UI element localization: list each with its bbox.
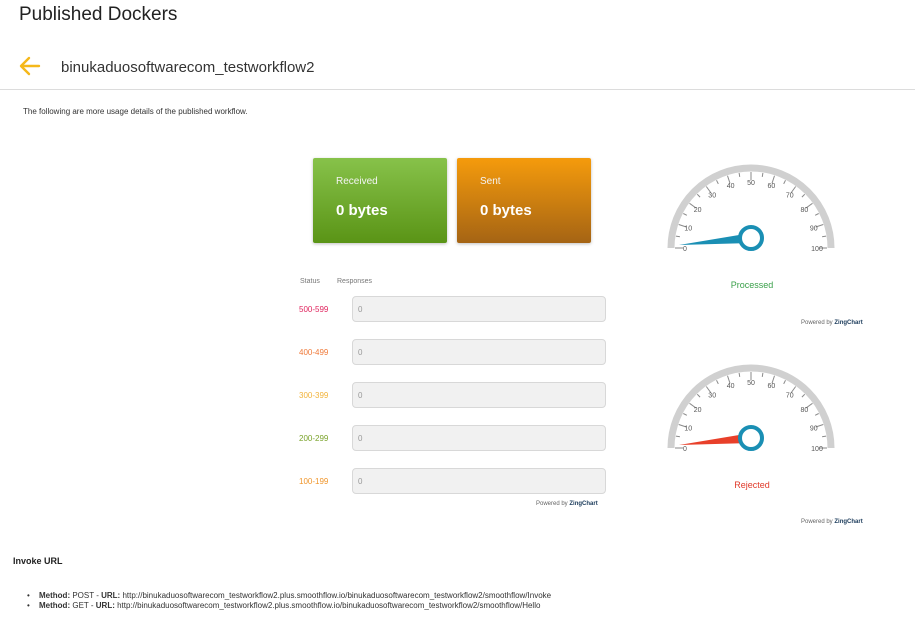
gauge-tick-label: 0	[683, 246, 687, 253]
gauge-hub	[738, 425, 764, 451]
response-field-300: 0	[352, 382, 606, 408]
workflow-name: binukaduosoftwarecom_testworkflow2	[61, 59, 315, 76]
gauge-tick	[683, 213, 688, 216]
method-value: GET	[72, 601, 89, 610]
gauge-tick	[716, 380, 719, 385]
gauge-tick	[727, 175, 731, 184]
gauge-tick-label: 100	[811, 446, 823, 453]
gauge-tick-label: 40	[727, 183, 735, 190]
back-arrow-icon[interactable]	[19, 56, 41, 76]
gauge-tick	[727, 375, 731, 384]
gauge-tick-label: 50	[747, 380, 755, 387]
gauge-tick-label: 0	[683, 446, 687, 453]
status-column-header: Status	[300, 278, 320, 285]
gauge-tick	[738, 372, 741, 377]
gauge-tick	[675, 235, 680, 238]
status-label-400: 400-499	[299, 348, 329, 357]
status-label-200: 200-299	[299, 434, 329, 443]
gauge-tick-label: 10	[684, 426, 692, 433]
invoke-url-get[interactable]: http://binukaduosoftwarecom_testworkflow…	[117, 601, 540, 610]
gauge-tick	[814, 213, 819, 216]
response-field-400: 0	[352, 339, 606, 365]
response-field-200: 0	[352, 425, 606, 451]
gauge-tick-label: 20	[694, 207, 702, 214]
powered-by-processed[interactable]: Powered by ZingChart	[801, 320, 863, 326]
gauge-tick	[771, 375, 775, 384]
gauge-hub	[738, 225, 764, 251]
method-value: POST	[72, 591, 94, 600]
gauge-tick-label: 70	[786, 393, 794, 400]
status-label-100: 100-199	[299, 477, 329, 486]
gauge-tick-label: 10	[684, 226, 692, 233]
url-label: URL:	[101, 591, 121, 600]
rejected-gauge-caption: Rejected	[734, 480, 770, 490]
gauge-tick	[675, 435, 680, 438]
gauge-tick	[771, 175, 775, 184]
gauge-tick	[761, 172, 764, 177]
sent-card: Sent 0 bytes	[457, 158, 591, 243]
invoke-url-post[interactable]: http://binukaduosoftwarecom_testworkflow…	[122, 591, 551, 600]
received-label: Received	[336, 176, 378, 187]
received-value: 0 bytes	[336, 202, 388, 219]
gauge-tick-label: 90	[810, 226, 818, 233]
usage-description: The following are more usage details of …	[23, 107, 248, 116]
gauge-tick-label: 90	[810, 426, 818, 433]
gauge-tick-label: 40	[727, 383, 735, 390]
powered-by-responses[interactable]: Powered by ZingChart	[536, 501, 598, 507]
gauge-tick	[683, 413, 688, 416]
status-label-300: 300-399	[299, 391, 329, 400]
powered-by-rejected[interactable]: Powered by ZingChart	[801, 519, 863, 525]
gauge-tick	[783, 380, 786, 385]
method-label: Method:	[39, 601, 71, 610]
gauge-tick	[814, 413, 819, 416]
processed-gauge: 0 10 20 30 40 50 60 70 80 90 100	[667, 164, 835, 253]
invoke-url-list: • Method: POST - URL: http://binukaduoso…	[27, 591, 551, 611]
page-title: Published Dockers	[19, 4, 178, 25]
gauge-tick	[783, 180, 786, 185]
url-label: URL:	[95, 601, 115, 610]
rejected-gauge: 0 10 20 30 40 50 60 70 80 90 100	[667, 364, 835, 453]
invoke-url-title: Invoke URL	[13, 556, 63, 566]
gauge-tick	[716, 180, 719, 185]
gauge-tick	[822, 235, 827, 238]
gauge-tick	[801, 393, 806, 398]
sent-label: Sent	[480, 176, 501, 187]
gauge-tick	[696, 393, 701, 398]
gauge-tick-label: 80	[800, 407, 808, 414]
invoke-method-post: • Method: POST - URL: http://binukaduoso…	[27, 591, 552, 600]
gauge-tick-label: 30	[708, 193, 716, 200]
received-card: Received 0 bytes	[313, 158, 447, 243]
gauge-tick	[738, 172, 741, 177]
gauge-tick-label: 20	[694, 407, 702, 414]
gauge-tick-label: 70	[786, 193, 794, 200]
gauge-tick	[801, 193, 806, 198]
gauge-tick-label: 50	[747, 180, 755, 187]
gauge-tick-label: 60	[767, 383, 775, 390]
gauge-tick	[761, 372, 764, 377]
gauge-tick-label: 60	[767, 183, 775, 190]
processed-gauge-caption: Processed	[730, 280, 774, 290]
invoke-method-get: • Method: GET - URL: http://binukaduosof…	[27, 601, 541, 610]
responses-column-header: Responses	[337, 278, 373, 285]
response-field-100: 0	[352, 468, 606, 494]
sent-value: 0 bytes	[480, 202, 532, 219]
header-divider	[0, 89, 915, 90]
gauge-tick-label: 30	[708, 393, 716, 400]
status-label-500: 500-599	[299, 305, 329, 314]
gauge-tick-label: 80	[800, 207, 808, 214]
gauge-tick-label: 100	[811, 246, 823, 253]
method-label: Method:	[39, 591, 71, 600]
gauge-tick	[822, 435, 827, 438]
response-field-500: 0	[352, 296, 606, 322]
gauge-tick	[696, 193, 701, 198]
